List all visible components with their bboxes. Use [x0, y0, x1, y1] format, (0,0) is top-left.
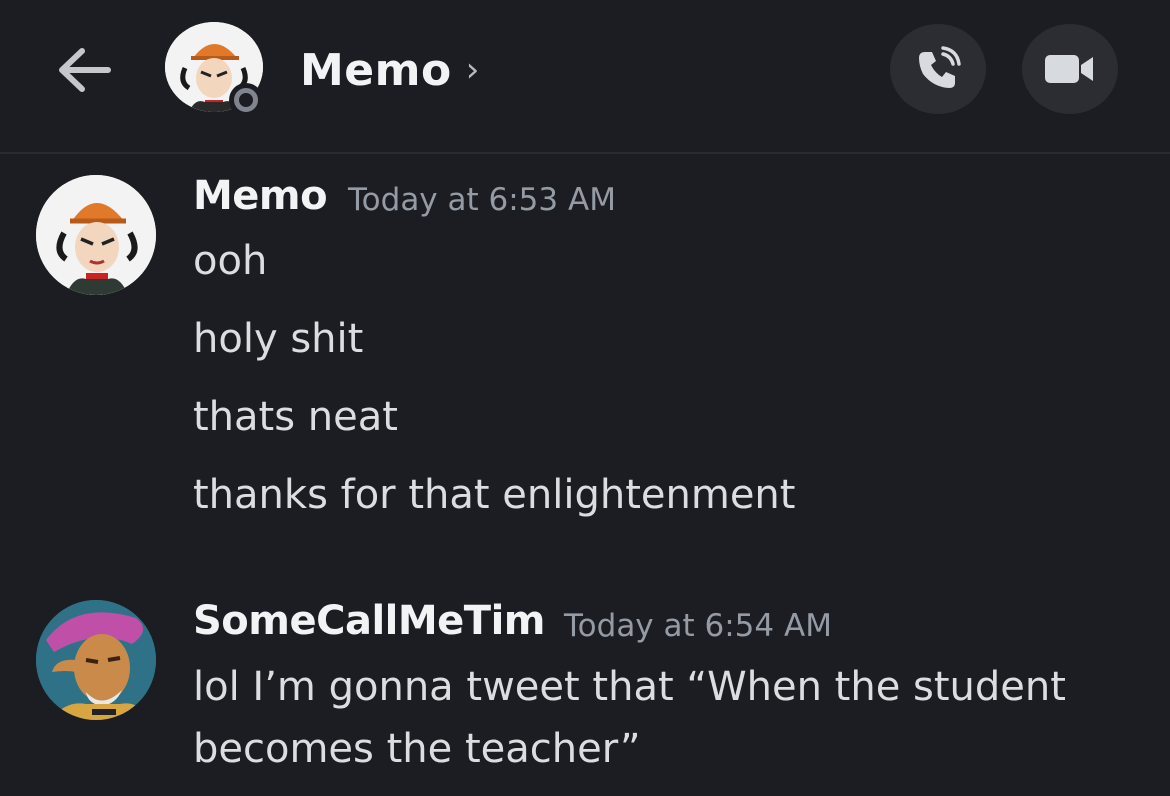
- message-text: holy shit: [193, 316, 364, 362]
- message-text: becomes the teacher”: [193, 726, 641, 772]
- message-text: thats neat: [193, 394, 398, 440]
- back-button[interactable]: [52, 40, 116, 100]
- phone-icon: [919, 46, 961, 88]
- message-text: ooh: [193, 238, 268, 284]
- message-text: lol I’m gonna tweet that “When the stude…: [193, 664, 1066, 710]
- message-author[interactable]: Memo: [193, 173, 328, 219]
- video-call-button[interactable]: [1022, 24, 1118, 114]
- video-camera-icon: [1045, 55, 1093, 83]
- arrow-left-icon: [59, 48, 111, 92]
- chevron-right-icon: ›: [465, 50, 480, 90]
- header-title[interactable]: Memo ›: [300, 38, 480, 102]
- avatar[interactable]: [36, 175, 156, 295]
- message-text: thanks for that enlightenment: [193, 472, 796, 518]
- message-timestamp: Today at 6:53 AM: [348, 182, 616, 218]
- avatar[interactable]: [36, 600, 156, 720]
- chat-header: Memo ›: [0, 0, 1170, 154]
- message-author[interactable]: SomeCallMeTim: [193, 598, 545, 644]
- message-timestamp: Today at 6:54 AM: [564, 608, 832, 644]
- status-indicator-icon: [229, 83, 263, 117]
- voice-call-button[interactable]: [890, 24, 986, 114]
- channel-name: Memo: [300, 44, 452, 96]
